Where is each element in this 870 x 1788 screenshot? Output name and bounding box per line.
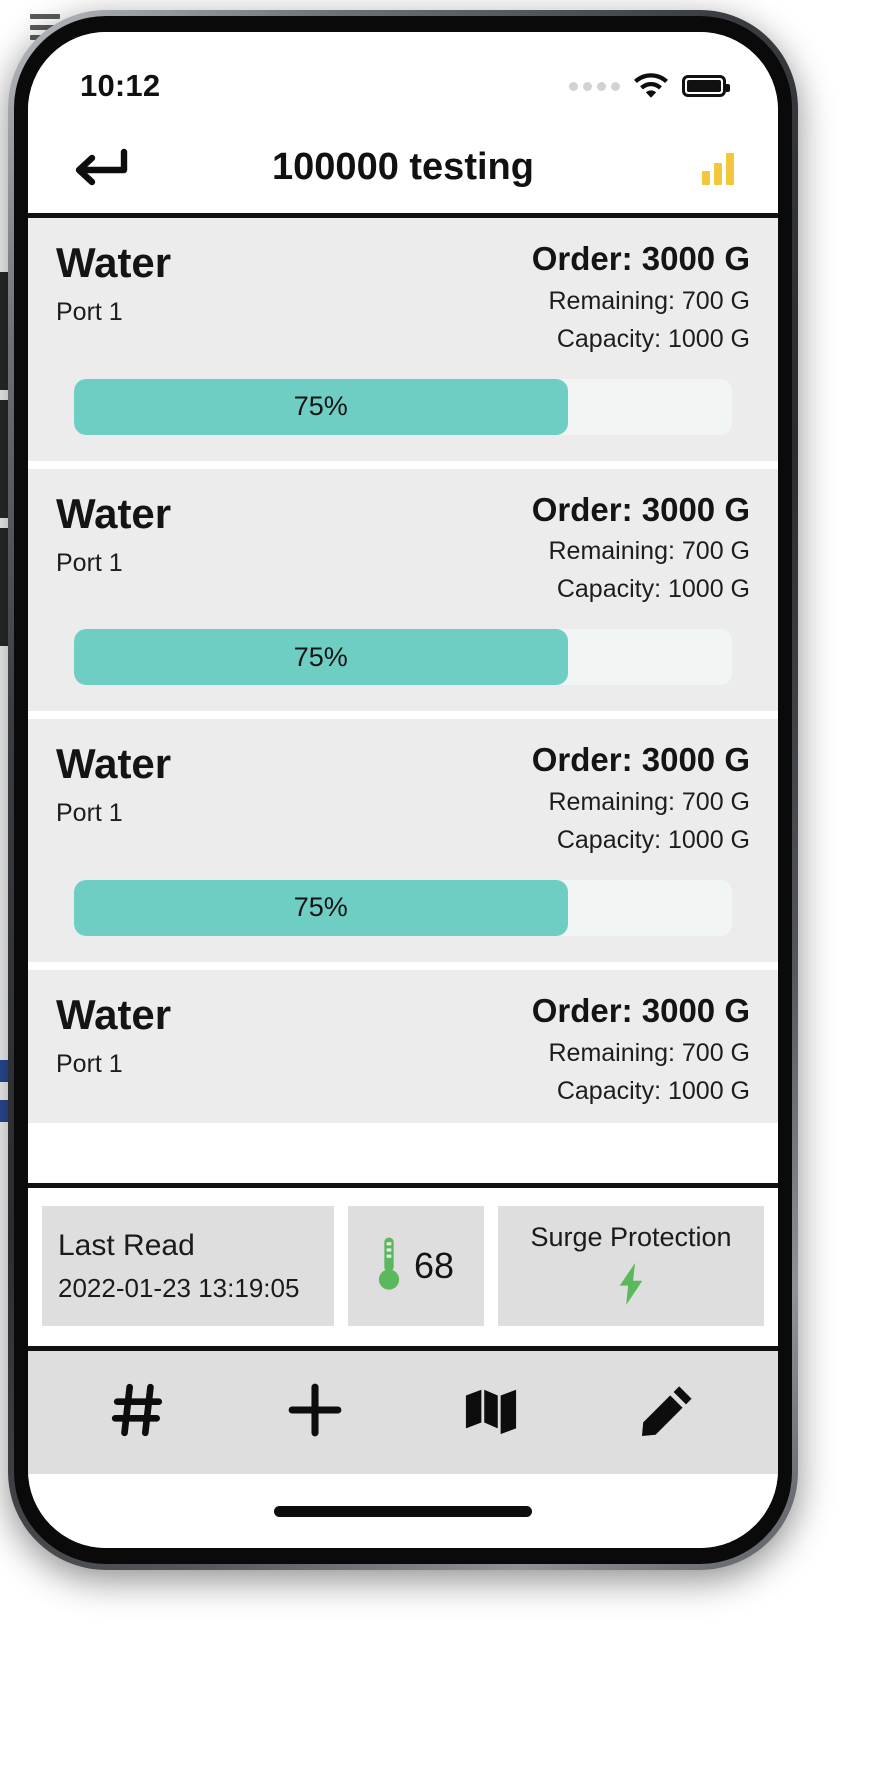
cellular-dots-icon [569, 81, 620, 91]
progress-label: 75% [293, 892, 348, 923]
tank-card-header: Water Port 1 Order: 3000 G Remaining: 70… [56, 990, 750, 1105]
tank-progress: 75% [74, 629, 732, 686]
status-time: 10:12 [80, 68, 161, 103]
tank-port: Port 1 [56, 298, 123, 326]
progress-label: 75% [293, 391, 348, 422]
tank-remaining: Remaining: 700 G [548, 1038, 750, 1067]
tank-card-header: Water Port 1 Order: 3000 G Remaining: 70… [56, 240, 750, 353]
tank-name: Water [56, 990, 172, 1038]
last-read-value: 2022-01-23 13:19:05 [58, 1272, 300, 1303]
tank-card[interactable]: Water Port 1 Order: 3000 G Remaining: 70… [28, 719, 778, 962]
pencil-icon [641, 1384, 694, 1441]
phone-device-frame: 10:12 100000 testing Water Port 1 Order:… [8, 10, 798, 1570]
tank-card[interactable]: Water Port 1 Order: 3000 G Remaining: 70… [28, 468, 778, 712]
last-read-tile[interactable]: Last Read 2022-01-23 13:19:05 [42, 1206, 334, 1326]
tank-name: Water [56, 239, 172, 286]
phone-bezel: 10:12 100000 testing Water Port 1 Order:… [14, 16, 792, 1564]
tank-card-header: Water Port 1 Order: 3000 G Remaining: 70… [56, 489, 750, 604]
status-bar: 10:12 [28, 32, 778, 122]
progress-track: 75% [74, 629, 732, 686]
tank-remaining: Remaining: 700 G [548, 286, 750, 315]
tank-card-list[interactable]: Water Port 1 Order: 3000 G Remaining: 70… [28, 218, 778, 1183]
tank-progress: 75% [74, 378, 732, 435]
tank-card-header: Water Port 1 Order: 3000 G Remaining: 70… [56, 743, 750, 854]
hash-button[interactable] [94, 1369, 182, 1457]
signal-bars-icon[interactable] [702, 151, 734, 185]
add-button[interactable] [271, 1369, 359, 1457]
tank-name: Water [56, 740, 172, 788]
tank-order: Order: 3000 G [531, 240, 750, 277]
tank-card-stats: Order: 3000 G Remaining: 700 G Capacity:… [531, 991, 750, 1105]
home-indicator-area [28, 1474, 778, 1548]
tank-port: Port 1 [56, 1049, 123, 1078]
tank-progress: 75% [74, 879, 732, 936]
lightning-bolt-icon [618, 1263, 644, 1310]
back-arrow-icon[interactable] [72, 146, 136, 190]
battery-full-icon [682, 75, 730, 97]
tank-card-left: Water Port 1 [56, 242, 171, 327]
tank-card-left: Water Port 1 [56, 990, 172, 1079]
tank-card-left: Water Port 1 [56, 743, 171, 828]
tank-port: Port 1 [56, 548, 123, 577]
tank-name: Water [56, 489, 172, 537]
status-tile-row: Last Read 2022-01-23 13:19:05 68 Surge P… [28, 1183, 778, 1346]
app-header: 100000 testing [28, 122, 778, 218]
wifi-icon [634, 73, 668, 99]
tank-card[interactable]: Water Port 1 Order: 3000 G Remaining: 70… [28, 969, 778, 1123]
progress-track: 75% [74, 378, 732, 435]
tank-capacity: Capacity: 1000 G [556, 825, 750, 854]
page-title: 100000 testing [272, 146, 534, 188]
edit-button[interactable] [624, 1369, 712, 1457]
surge-protection-tile[interactable]: Surge Protection [498, 1206, 764, 1326]
tank-capacity: Capacity: 1000 G [556, 324, 750, 353]
tank-port: Port 1 [56, 799, 123, 828]
hash-icon [111, 1383, 165, 1442]
thermometer-icon [378, 1236, 400, 1297]
surge-protection-title: Surge Protection [530, 1222, 732, 1252]
tank-card[interactable]: Water Port 1 Order: 3000 G Remaining: 70… [28, 218, 778, 461]
map-button[interactable] [447, 1369, 535, 1457]
temperature-value: 68 [413, 1245, 455, 1286]
tank-order: Order: 3000 G [531, 991, 750, 1029]
tank-card-stats: Order: 3000 G Remaining: 700 G Capacity:… [531, 240, 750, 353]
temperature-tile[interactable]: 68 [348, 1206, 484, 1326]
tank-card-stats: Order: 3000 G Remaining: 700 G Capacity:… [532, 743, 750, 854]
progress-label: 75% [293, 641, 348, 672]
home-indicator[interactable] [274, 1505, 532, 1517]
progress-track: 75% [74, 879, 732, 936]
phone-screen: 10:12 100000 testing Water Port 1 Order:… [28, 32, 778, 1548]
tank-remaining: Remaining: 700 G [548, 537, 750, 566]
tank-capacity: Capacity: 1000 G [556, 1076, 750, 1105]
status-indicators [569, 73, 730, 99]
bottom-toolbar [28, 1346, 778, 1474]
tank-card-stats: Order: 3000 G Remaining: 700 G Capacity:… [531, 490, 750, 604]
tank-order: Order: 3000 G [531, 741, 750, 779]
tank-order: Order: 3000 G [531, 490, 750, 528]
map-icon [464, 1386, 518, 1439]
last-read-title: Last Read [58, 1228, 195, 1262]
tank-remaining: Remaining: 700 G [548, 787, 750, 816]
tank-capacity: Capacity: 1000 G [556, 575, 750, 604]
plus-icon [288, 1383, 342, 1442]
tank-card-left: Water Port 1 [56, 489, 172, 578]
